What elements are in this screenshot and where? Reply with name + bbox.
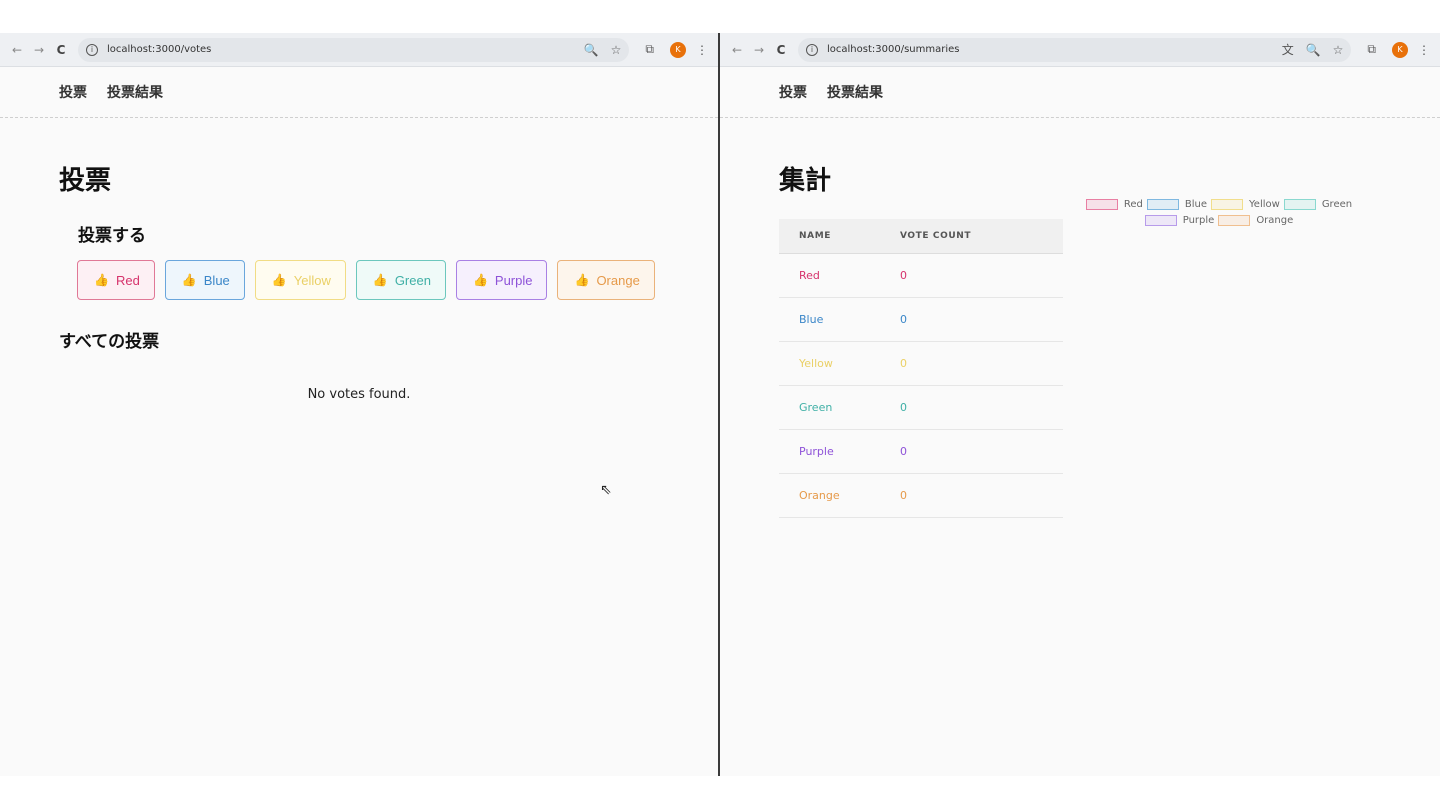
bookmark-star-icon[interactable]: ☆ <box>611 43 622 57</box>
vote-button-purple[interactable]: 👍 Purple <box>455 260 548 300</box>
all-votes-title: すべての投票 <box>59 332 160 352</box>
zoom-icon[interactable]: 🔍 <box>1306 43 1321 57</box>
forward-arrow-icon[interactable]: → <box>748 39 770 61</box>
row-name-cell: Orange <box>779 473 900 518</box>
legend-item-blue[interactable]: Blue <box>1146 199 1208 210</box>
thumbs-up-icon: 👍 <box>472 273 488 287</box>
reload-icon[interactable]: C <box>50 39 72 61</box>
vote-button-label: Purple <box>494 272 533 288</box>
back-arrow-icon[interactable]: ← <box>6 39 28 61</box>
profile-avatar[interactable]: K <box>1392 41 1408 58</box>
forward-arrow-icon[interactable]: → <box>28 39 50 61</box>
back-arrow-icon[interactable]: ← <box>726 39 748 61</box>
legend-item-green[interactable]: Green <box>1283 199 1353 210</box>
page-title: 投票 <box>59 166 112 196</box>
url-text[interactable]: localhost:3000/summaries <box>827 44 1270 55</box>
browser-toolbar: ← → C i localhost:3000/votes 🔍 ☆ ⧉ K ⋮ <box>0 33 718 67</box>
profile-avatar[interactable]: K <box>670 41 686 58</box>
row-count-cell: 0 <box>900 429 1063 474</box>
legend-swatch <box>1283 199 1316 210</box>
nav-link-votes[interactable]: 投票 <box>59 82 87 102</box>
vote-summary-table: NAME VOTE COUNT Red 0 Blue 0 Yellow 0 Gr… <box>779 219 1063 518</box>
nav-link-votes[interactable]: 投票 <box>779 82 807 102</box>
vote-button-label: Blue <box>203 272 230 288</box>
site-info-icon[interactable]: i <box>86 43 98 56</box>
thumbs-up-icon: 👍 <box>271 273 287 287</box>
browser-toolbar: ← → C i localhost:3000/summaries 文 🔍 ☆ ⧉… <box>720 33 1440 67</box>
legend-swatch <box>1085 199 1118 210</box>
table-row: Orange 0 <box>779 473 1063 518</box>
vote-button-green[interactable]: 👍 Green <box>355 260 446 300</box>
vote-button-group: 👍 Red 👍 Blue 👍 Yellow 👍 Green 👍 Purple 👍… <box>77 260 665 300</box>
table-row: Green 0 <box>779 385 1063 430</box>
legend-swatch <box>1211 199 1244 210</box>
row-name-cell: Purple <box>779 429 900 474</box>
legend-label: Red <box>1123 199 1143 210</box>
vote-button-label: Green <box>394 272 431 288</box>
legend-swatch <box>1144 215 1177 226</box>
row-name-cell: Green <box>779 385 900 430</box>
row-count-cell: 0 <box>900 341 1063 386</box>
legend-item-orange[interactable]: Orange <box>1218 215 1293 226</box>
app-nav-header: 投票 投票結果 <box>0 67 718 118</box>
legend-item-red[interactable]: Red <box>1085 199 1143 210</box>
reload-icon[interactable]: C <box>770 39 792 61</box>
mouse-cursor-icon: ⇖ <box>600 482 612 498</box>
legend-swatch <box>1218 215 1251 226</box>
thumbs-up-icon: 👍 <box>94 273 109 287</box>
table-header-row: NAME VOTE COUNT <box>779 219 1063 254</box>
browser-menu-icon[interactable]: ⋮ <box>696 43 708 57</box>
address-bar[interactable]: i localhost:3000/summaries 文 🔍 ☆ <box>798 37 1352 62</box>
extensions-icon[interactable]: ⧉ <box>1367 42 1376 57</box>
row-name-cell: Red <box>779 253 900 298</box>
browser-menu-icon[interactable]: ⋮ <box>1418 43 1430 57</box>
column-header-name: NAME <box>779 219 900 254</box>
address-bar[interactable]: i localhost:3000/votes 🔍 ☆ <box>78 37 630 62</box>
row-name-cell: Yellow <box>779 341 900 386</box>
app-nav-header: 投票 投票結果 <box>720 67 1440 118</box>
vote-button-label: Red <box>115 272 140 288</box>
nav-link-results[interactable]: 投票結果 <box>107 82 163 102</box>
legend-label: Blue <box>1184 199 1208 210</box>
row-name-cell: Blue <box>779 297 900 342</box>
thumbs-up-icon: 👍 <box>181 273 197 287</box>
page-title: 集計 <box>779 166 832 196</box>
zoom-icon[interactable]: 🔍 <box>584 43 599 57</box>
row-count-cell: 0 <box>900 297 1063 342</box>
legend-item-yellow[interactable]: Yellow <box>1211 199 1280 210</box>
thumbs-up-icon: 👍 <box>574 273 590 287</box>
row-count-cell: 0 <box>900 473 1063 518</box>
nav-link-results[interactable]: 投票結果 <box>827 82 883 102</box>
vote-button-red[interactable]: 👍 Red <box>77 260 155 300</box>
empty-votes-message: No votes found. <box>307 387 411 402</box>
vote-button-yellow[interactable]: 👍 Yellow <box>254 260 346 300</box>
thumbs-up-icon: 👍 <box>372 273 388 287</box>
legend-label: Orange <box>1256 215 1294 226</box>
legend-label: Yellow <box>1249 199 1280 210</box>
chart-legend: Red Blue Yellow Green Purple Orange <box>1085 199 1357 231</box>
translate-icon[interactable]: 文 <box>1282 41 1294 58</box>
legend-item-purple[interactable]: Purple <box>1144 215 1215 226</box>
bookmark-star-icon[interactable]: ☆ <box>1333 43 1344 57</box>
table-row: Blue 0 <box>779 297 1063 342</box>
row-count-cell: 0 <box>900 253 1063 298</box>
url-text[interactable]: localhost:3000/votes <box>107 44 572 55</box>
vote-button-label: Orange <box>596 272 640 288</box>
summaries-browser-window: ← → C i localhost:3000/summaries 文 🔍 ☆ ⧉… <box>720 33 1440 776</box>
table-row: Purple 0 <box>779 429 1063 474</box>
row-count-cell: 0 <box>900 385 1063 430</box>
vote-button-blue[interactable]: 👍 Blue <box>164 260 245 300</box>
legend-swatch <box>1146 199 1179 210</box>
vote-section-title: 投票する <box>78 226 146 246</box>
legend-label: Green <box>1321 199 1353 210</box>
vote-button-orange[interactable]: 👍 Orange <box>557 260 655 300</box>
extensions-icon[interactable]: ⧉ <box>645 42 654 57</box>
table-row: Red 0 <box>779 253 1063 298</box>
vote-button-label: Yellow <box>293 272 331 288</box>
column-header-vote-count: VOTE COUNT <box>900 219 1063 254</box>
legend-label: Purple <box>1182 215 1215 226</box>
site-info-icon[interactable]: i <box>806 43 818 56</box>
table-row: Yellow 0 <box>779 341 1063 386</box>
votes-browser-window: ← → C i localhost:3000/votes 🔍 ☆ ⧉ K ⋮ 投… <box>0 33 718 776</box>
